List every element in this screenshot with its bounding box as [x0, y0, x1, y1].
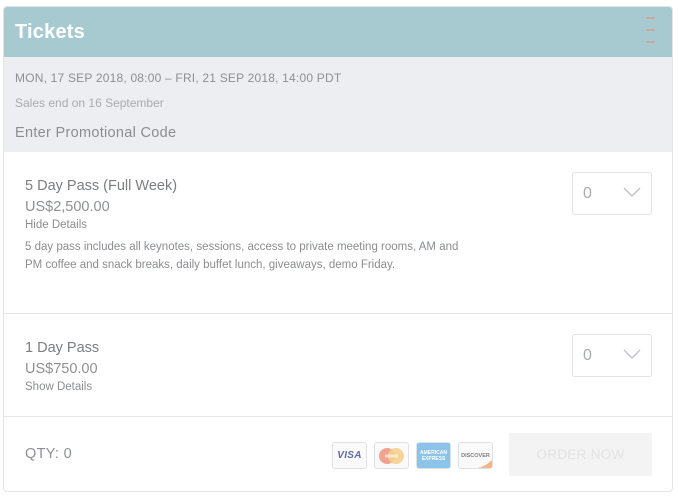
- quantity-value: 0: [583, 184, 592, 202]
- show-details-link[interactable]: Show Details: [25, 381, 92, 393]
- event-info: MON, 17 SEP 2018, 08:00 – FRI, 21 SEP 20…: [4, 57, 672, 152]
- discover-icon: DISCOVER: [458, 442, 493, 469]
- visa-icon: VISA: [332, 442, 367, 469]
- ticket-widget: Tickets MON, 17 SEP 2018, 08:00 – FRI, 2…: [3, 6, 673, 492]
- page-title: Tickets: [15, 20, 85, 43]
- quantity-value: 0: [583, 346, 592, 364]
- quantity-select[interactable]: 0: [572, 172, 652, 215]
- order-now-button[interactable]: ORDER NOW: [509, 433, 652, 476]
- qty-summary: QTY: 0: [25, 446, 72, 462]
- promo-code-link[interactable]: Enter Promotional Code: [15, 125, 176, 141]
- close-icon[interactable]: [644, 17, 656, 43]
- ticket-row: 5 Day Pass (Full Week) US$2,500.00 Hide …: [4, 152, 672, 314]
- ticket-row: 1 Day Pass US$750.00 Show Details 0: [4, 314, 672, 417]
- event-dates: MON, 17 SEP 2018, 08:00 – FRI, 21 SEP 20…: [15, 71, 342, 85]
- hide-details-link[interactable]: Hide Details: [25, 219, 87, 231]
- ticket-description: 5 day pass includes all keynotes, sessio…: [25, 241, 459, 271]
- amex-icon: AMERICAN EXPRESS: [416, 442, 451, 469]
- sales-end-text: Sales end on 16 September: [15, 96, 164, 110]
- order-footer: QTY: 0 VISA AMERICAN EXPRESS DISCOVER OR…: [4, 417, 672, 491]
- tickets-header: Tickets: [4, 7, 672, 57]
- chevron-down-icon: [623, 349, 641, 360]
- mastercard-icon: [374, 442, 409, 469]
- chevron-down-icon: [623, 187, 641, 198]
- quantity-select[interactable]: 0: [572, 334, 652, 377]
- payment-cards: VISA AMERICAN EXPRESS DISCOVER: [332, 442, 493, 469]
